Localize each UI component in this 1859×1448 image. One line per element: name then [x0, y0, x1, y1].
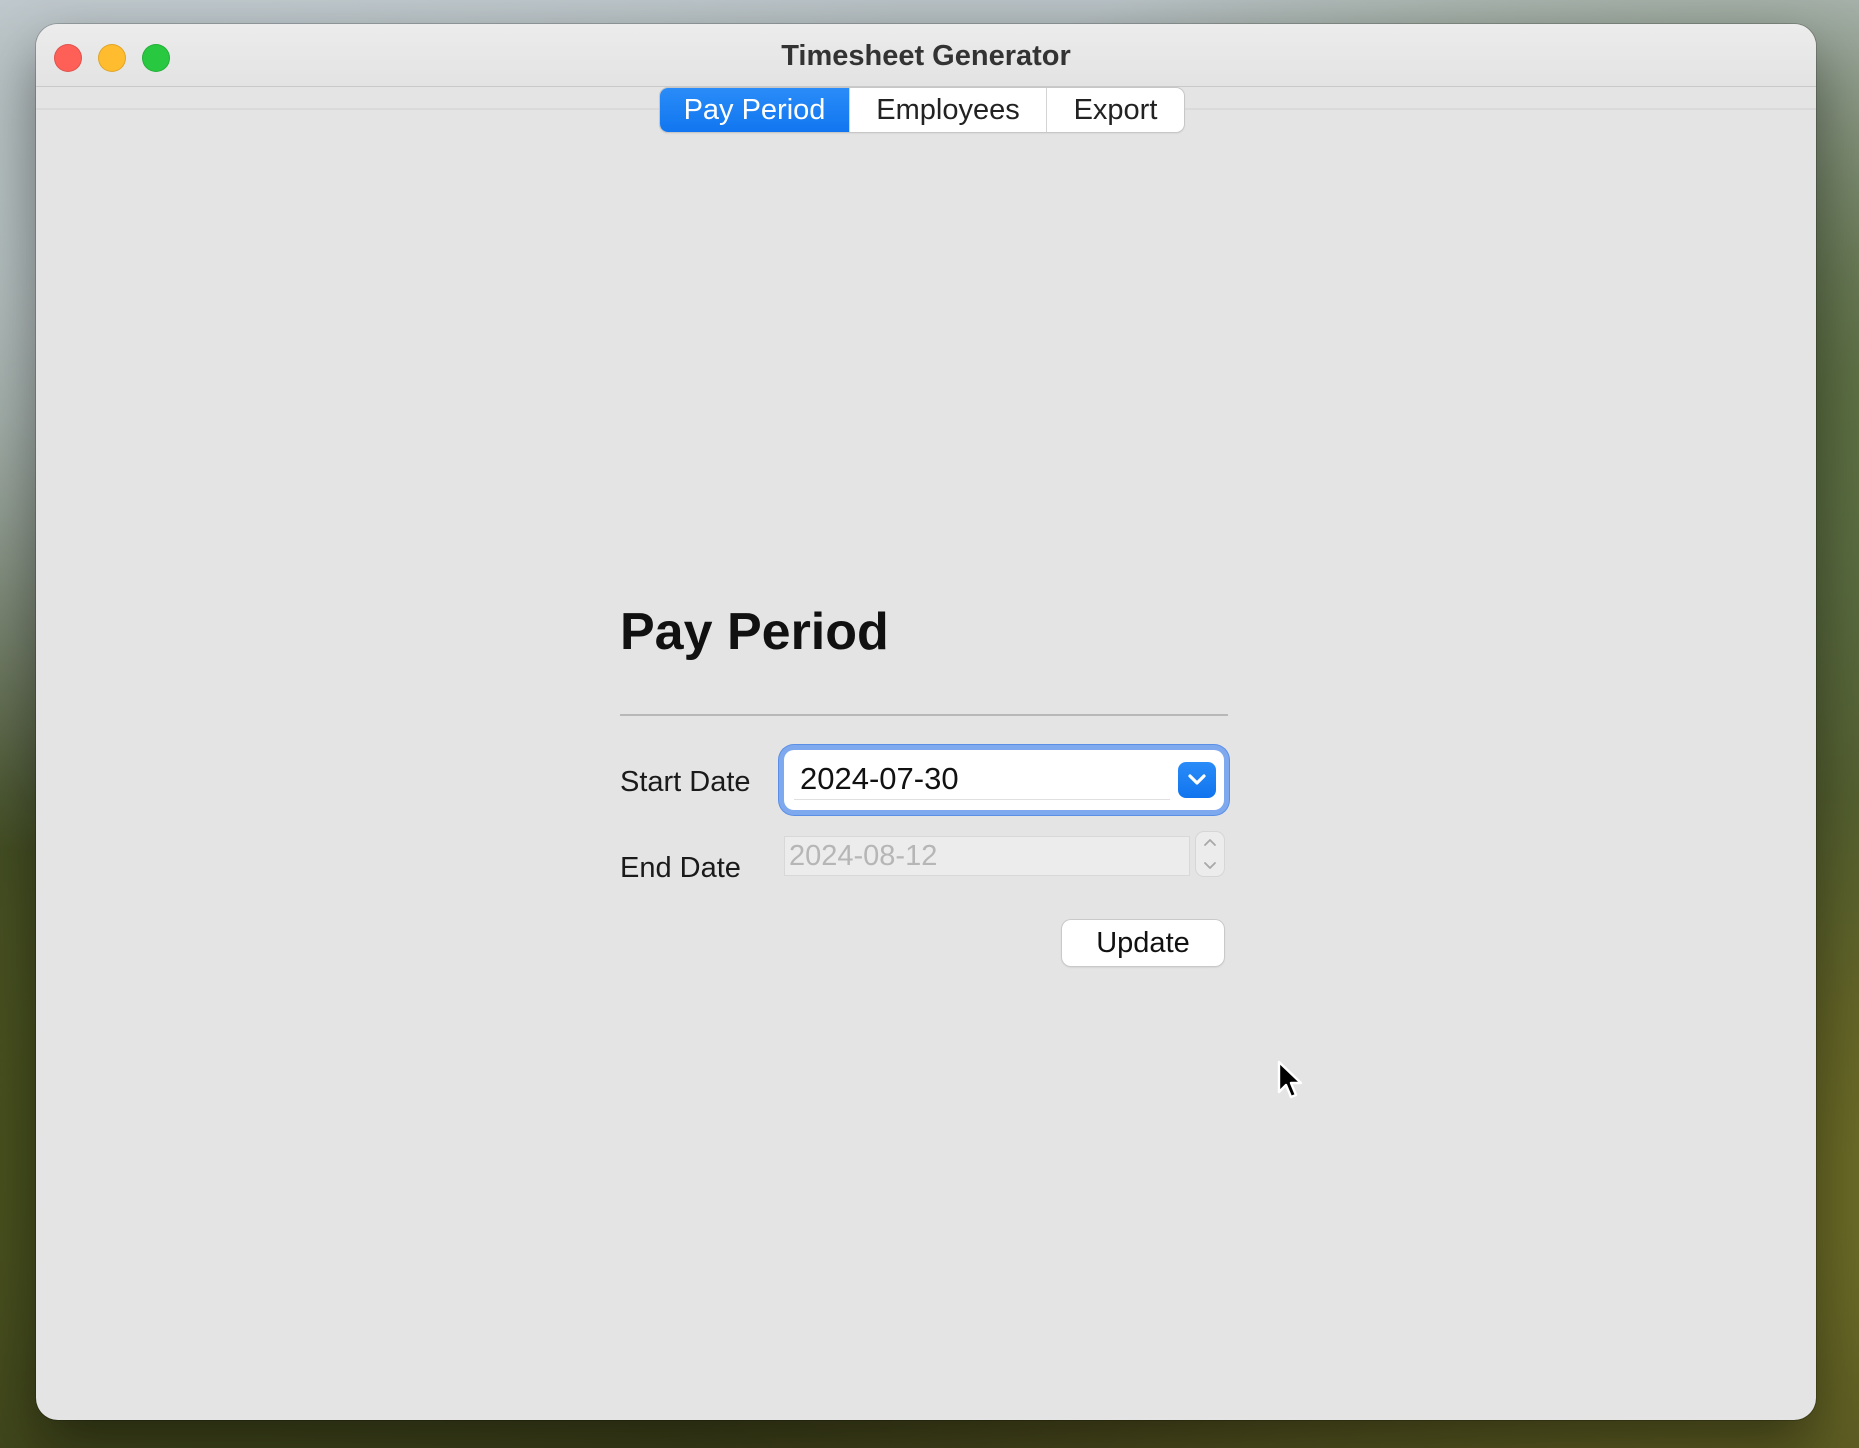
stepper-up-button: [1196, 832, 1224, 854]
divider: [620, 714, 1228, 716]
window-title: Timesheet Generator: [781, 40, 1071, 72]
end-date-field: 2024-08-12: [784, 836, 1190, 876]
start-date-label: Start Date: [620, 766, 751, 798]
title-bar[interactable]: Timesheet Generator: [36, 24, 1816, 87]
stepper-down-button: [1196, 854, 1224, 876]
update-button[interactable]: Update: [1062, 920, 1224, 966]
chevron-down-icon: [1188, 774, 1206, 785]
page-title: Pay Period: [620, 603, 889, 661]
start-date-input[interactable]: 2024-07-30: [794, 758, 1170, 800]
tab-pay-period[interactable]: Pay Period: [660, 88, 850, 132]
tab-bar: Pay Period Employees Export: [660, 88, 1184, 132]
tab-employees[interactable]: Employees: [850, 88, 1047, 132]
mouse-pointer-icon: [1277, 1060, 1303, 1099]
end-date-stepper: [1196, 832, 1224, 876]
end-date-label: End Date: [620, 852, 741, 884]
chevron-up-icon: [1204, 839, 1216, 846]
app-window: Timesheet Generator Pay Period Employees…: [36, 24, 1816, 1420]
chevron-down-icon: [1204, 862, 1216, 869]
tab-export[interactable]: Export: [1047, 88, 1184, 132]
start-date-picker[interactable]: 2024-07-30: [784, 750, 1224, 810]
start-date-dropdown-button[interactable]: [1178, 762, 1216, 798]
